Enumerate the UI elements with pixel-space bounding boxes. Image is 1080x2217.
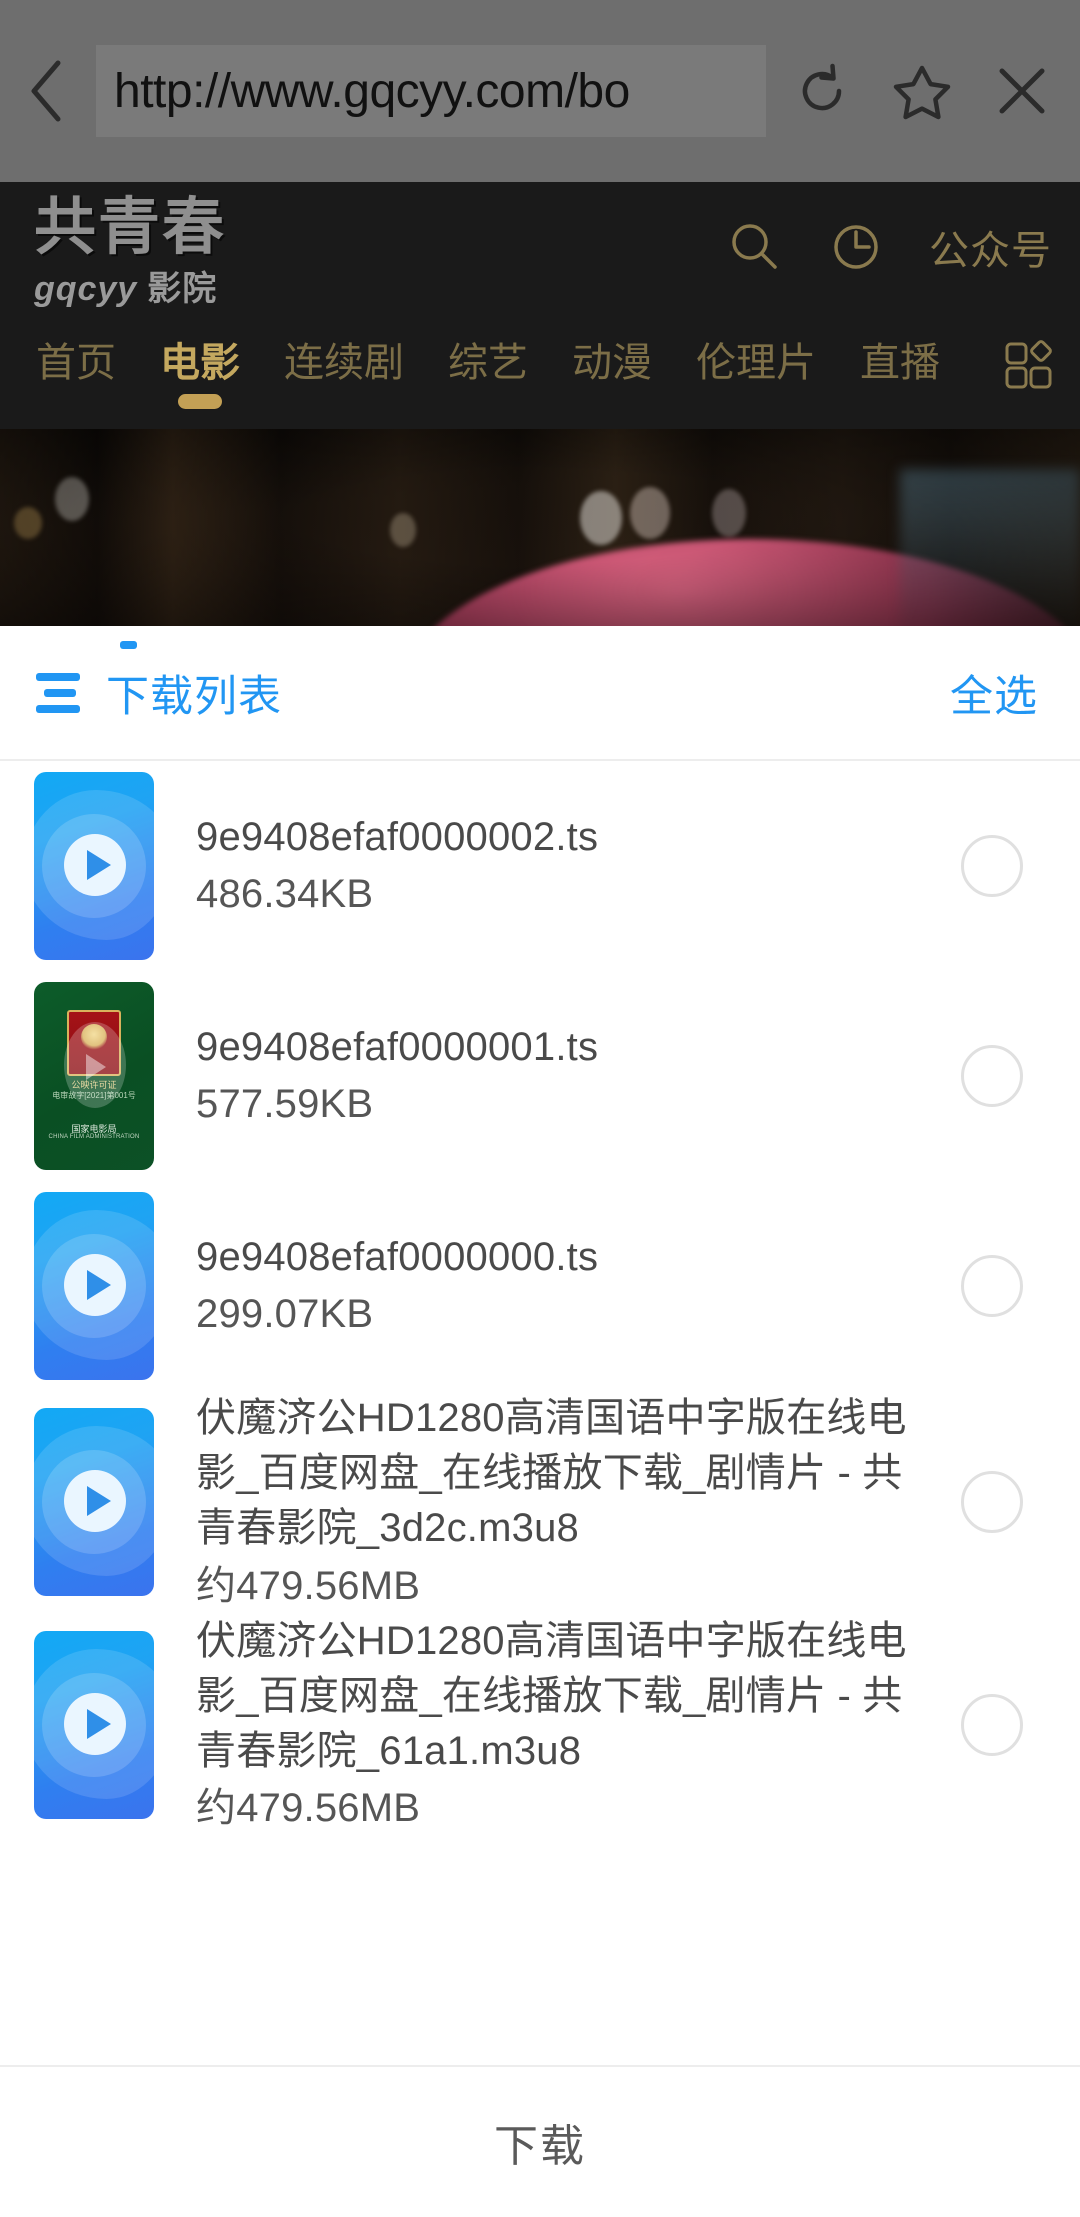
checkbox-circle-icon — [961, 1255, 1023, 1317]
nav-active-indicator — [178, 394, 222, 409]
logo-subtitle: gqcyy 影院 — [34, 261, 226, 310]
nav-item-home[interactable]: 首页 — [28, 333, 138, 387]
item-checkbox[interactable] — [944, 1471, 1040, 1534]
back-button[interactable] — [0, 0, 96, 182]
url-bar[interactable]: http://www.gqcyy.com/bo — [96, 45, 766, 137]
video-player-frame[interactable] — [0, 429, 1080, 626]
play-icon — [64, 1470, 126, 1533]
download-panel: 下载列表 全选 9e9408efaf0000002.ts 486.34KB 公映… — [0, 626, 1080, 2217]
download-list: 9e9408efaf0000002.ts 486.34KB 公映许可证 电审故字… — [0, 761, 1080, 1837]
item-checkbox[interactable] — [944, 1045, 1040, 1107]
item-info: 9e9408efaf0000002.ts 486.34KB — [154, 810, 944, 922]
header-actions: 公众号 — [725, 218, 1052, 276]
download-list-item[interactable]: 公映许可证 电审故字[2021]第001号 国家电影局 CHINA FILM A… — [0, 971, 1080, 1181]
download-list-item[interactable]: 伏魔济公HD1280高清国语中字版在线电影_百度网盘_在线播放下载_剧情片 - … — [0, 1391, 1080, 1614]
item-checkbox[interactable] — [944, 1255, 1040, 1317]
item-checkbox[interactable] — [944, 1694, 1040, 1757]
nav-item-live[interactable]: 直播 — [838, 333, 962, 387]
search-icon — [732, 224, 777, 269]
nav-label: 综艺 — [448, 341, 528, 385]
video-thumbnail[interactable] — [34, 1408, 154, 1597]
nav-label: 动漫 — [572, 341, 652, 385]
item-info: 伏魔济公HD1280高清国语中字版在线电影_百度网盘_在线播放下载_剧情片 - … — [154, 1391, 944, 1614]
bookmark-button[interactable] — [872, 0, 972, 182]
item-filename: 伏魔济公HD1280高清国语中字版在线电影_百度网盘_在线播放下载_剧情片 - … — [196, 1618, 907, 1774]
refresh-icon — [802, 63, 842, 111]
back-chevron-icon — [31, 60, 61, 122]
checkbox-circle-icon — [961, 835, 1023, 897]
nav-label: 伦理片 — [696, 341, 816, 385]
item-filename: 9e9408efaf0000002.ts — [196, 814, 599, 859]
item-info: 9e9408efaf0000000.ts 299.07KB — [154, 1230, 944, 1342]
site-logo[interactable]: 共青春 gqcyy 影院 — [34, 194, 226, 310]
checkbox-circle-icon — [961, 1471, 1023, 1534]
nav-label: 直播 — [860, 341, 940, 385]
video-thumbnail[interactable] — [34, 1192, 154, 1380]
nav-item-anime[interactable]: 动漫 — [550, 333, 674, 387]
apps-grid-button[interactable] — [992, 333, 1060, 393]
item-info: 伏魔济公HD1280高清国语中字版在线电影_百度网盘_在线播放下载_剧情片 - … — [154, 1614, 944, 1837]
nav-item-ethics[interactable]: 伦理片 — [674, 333, 838, 387]
history-button[interactable] — [827, 218, 885, 276]
official-account-link[interactable]: 公众号 — [929, 218, 1052, 276]
cfa-agency-en: CHINA FILM ADMINISTRATION — [48, 1134, 140, 1140]
download-list-item[interactable]: 伏魔济公HD1280高清国语中字版在线电影_百度网盘_在线播放下载_剧情片 - … — [0, 1614, 1080, 1837]
star-icon — [893, 65, 951, 120]
logo-latin: gqcyy — [34, 270, 138, 309]
logo-cn: 影院 — [147, 270, 218, 309]
play-icon — [64, 834, 126, 896]
video-thumbnail[interactable] — [34, 1631, 154, 1820]
select-all-button[interactable]: 全选 — [950, 662, 1038, 724]
hamburger-bar — [36, 672, 80, 681]
video-thumbnail[interactable]: 公映许可证 电审故字[2021]第001号 国家电影局 CHINA FILM A… — [34, 982, 154, 1170]
browser-toolbar: http://www.gqcyy.com/bo — [0, 0, 1080, 182]
item-filename: 9e9408efaf0000001.ts — [196, 1024, 599, 1069]
nav-item-series[interactable]: 连续剧 — [262, 333, 426, 387]
item-filename: 伏魔济公HD1280高清国语中字版在线电影_百度网盘_在线播放下载_剧情片 - … — [196, 1396, 907, 1551]
menu-button[interactable] — [36, 640, 137, 713]
video-vignette — [0, 429, 1080, 626]
item-checkbox[interactable] — [944, 835, 1040, 897]
nav-label: 连续剧 — [284, 341, 404, 385]
play-icon — [64, 1254, 126, 1316]
url-text: http://www.gqcyy.com/bo — [114, 64, 630, 118]
screen-root: http://www.gqcyy.com/bo 共青春 gqcyy 影院 公众号… — [0, 0, 1080, 2217]
apps-grid-icon — [1005, 340, 1052, 389]
checkbox-circle-icon — [961, 1045, 1023, 1107]
item-filesize: 486.34KB — [196, 872, 374, 916]
site-header: 共青春 gqcyy 影院 公众号 首页 电影 连续剧 综艺 动漫 伦理片 直播 — [0, 182, 1080, 429]
hamburger-bar — [36, 704, 80, 713]
nav-label: 电影 — [160, 341, 240, 385]
video-thumbnail[interactable] — [34, 772, 154, 960]
item-info: 9e9408efaf0000001.ts 577.59KB — [154, 1020, 944, 1132]
download-list-title: 下载列表 — [106, 672, 282, 721]
download-panel-header: 下载列表 全选 — [0, 626, 1080, 761]
checkbox-circle-icon — [961, 1694, 1023, 1757]
download-list-item[interactable]: 9e9408efaf0000000.ts 299.07KB — [0, 1181, 1080, 1391]
hamburger-bar — [44, 688, 76, 697]
play-triangle-icon — [86, 1054, 106, 1080]
logo-title: 共青春 — [34, 190, 227, 263]
close-icon — [999, 68, 1045, 114]
site-nav: 首页 电影 连续剧 综艺 动漫 伦理片 直播 — [0, 333, 1080, 429]
item-filesize: 约479.56MB — [196, 1786, 421, 1831]
play-icon — [64, 1693, 126, 1756]
browser-actions — [772, 0, 1080, 182]
item-filesize: 299.07KB — [196, 1292, 374, 1336]
close-button[interactable] — [972, 0, 1072, 182]
search-button[interactable] — [725, 218, 783, 276]
nav-label: 首页 — [36, 341, 116, 385]
download-button[interactable]: 下载 — [494, 2110, 586, 2174]
notification-dot-icon — [120, 640, 137, 649]
item-filesize: 约479.56MB — [196, 1563, 421, 1608]
item-filesize: 577.59KB — [196, 1082, 374, 1126]
download-list-item[interactable]: 9e9408efaf0000002.ts 486.34KB — [0, 761, 1080, 971]
download-footer: 下载 — [0, 2065, 1080, 2217]
nav-item-movies[interactable]: 电影 — [138, 333, 262, 409]
item-filename: 9e9408efaf0000000.ts — [196, 1234, 599, 1279]
refresh-button[interactable] — [772, 0, 872, 182]
history-clock-icon — [834, 225, 878, 269]
nav-item-variety[interactable]: 综艺 — [426, 333, 550, 387]
